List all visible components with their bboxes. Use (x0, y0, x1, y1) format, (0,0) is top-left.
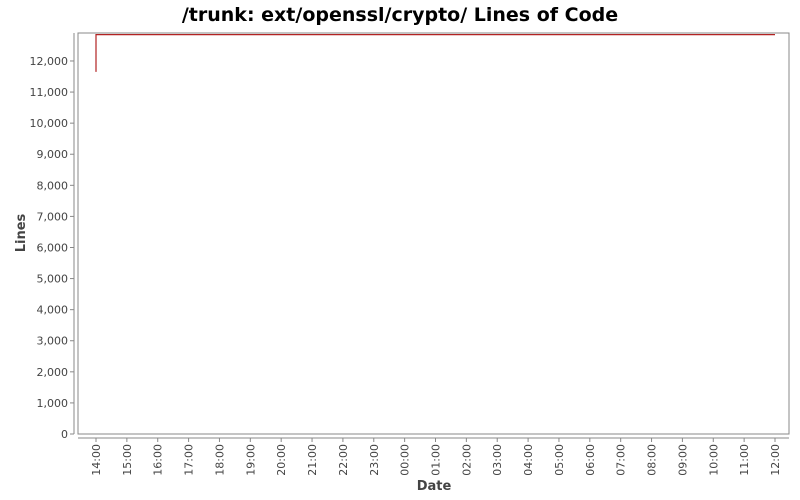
x-tick-label: 22:00 (337, 444, 350, 476)
x-tick-label: 01:00 (430, 444, 443, 476)
y-tick-label: 1,000 (37, 397, 69, 410)
x-tick-label: 03:00 (491, 444, 504, 476)
y-tick-label: 9,000 (37, 148, 69, 161)
x-tick-label: 17:00 (183, 444, 196, 476)
x-tick-label: 08:00 (646, 444, 659, 476)
x-tick-label: 16:00 (152, 444, 165, 476)
y-tick-label: 7,000 (37, 210, 69, 223)
x-tick-label: 11:00 (738, 444, 751, 476)
x-tick-label: 21:00 (306, 444, 319, 476)
x-tick-label: 05:00 (553, 444, 566, 476)
plot-area (73, 32, 790, 439)
x-tick-label: 15:00 (121, 444, 134, 476)
y-tick-label: 3,000 (37, 335, 69, 348)
y-tick-label: 2,000 (37, 366, 69, 379)
x-tick-label: 23:00 (368, 444, 381, 476)
line-chart: /trunk: ext/openssl/crypto/ Lines of Cod… (14, 4, 790, 494)
x-tick-label: 07:00 (615, 444, 628, 476)
y-tick-label: 4,000 (37, 304, 69, 317)
y-tick-label: 8,000 (37, 179, 69, 192)
y-tick-label: 0 (61, 428, 68, 441)
x-tick-label: 02:00 (460, 444, 473, 476)
x-tick-label: 06:00 (584, 444, 597, 476)
y-tick-label: 5,000 (37, 273, 69, 286)
x-axis-title: Date (417, 479, 452, 494)
x-tick-label: 19:00 (244, 444, 257, 476)
y-tick-label: 12,000 (30, 55, 69, 68)
x-tick-label: 12:00 (769, 444, 782, 476)
y-axis-title: Lines (14, 213, 29, 252)
x-tick-label: 00:00 (399, 444, 412, 476)
plot-border (77, 32, 790, 435)
y-tick-label: 6,000 (37, 241, 69, 254)
y-axis: 0 1,000 2,000 3,000 4,000 5,000 6,000 7,000 8,00… (30, 55, 74, 441)
chart: /trunk: ext/openssl/crypto/ Lines of Cod… (0, 0, 800, 500)
x-tick-label: 18:00 (213, 444, 226, 476)
y-tick-label: 11,000 (30, 86, 69, 99)
x-tick-label: 04:00 (522, 444, 535, 476)
x-axis: 14:00 15:00 16:00 17:00 18:00 19:00 20:00 21:00… (90, 438, 782, 476)
chart-title: /trunk: ext/openssl/crypto/ Lines of Cod… (182, 4, 618, 26)
x-tick-label: 14:00 (90, 444, 103, 476)
x-tick-label: 10:00 (707, 444, 720, 476)
x-tick-label: 20:00 (275, 444, 288, 476)
y-tick-label: 10,000 (30, 117, 69, 130)
x-tick-label: 09:00 (676, 444, 689, 476)
